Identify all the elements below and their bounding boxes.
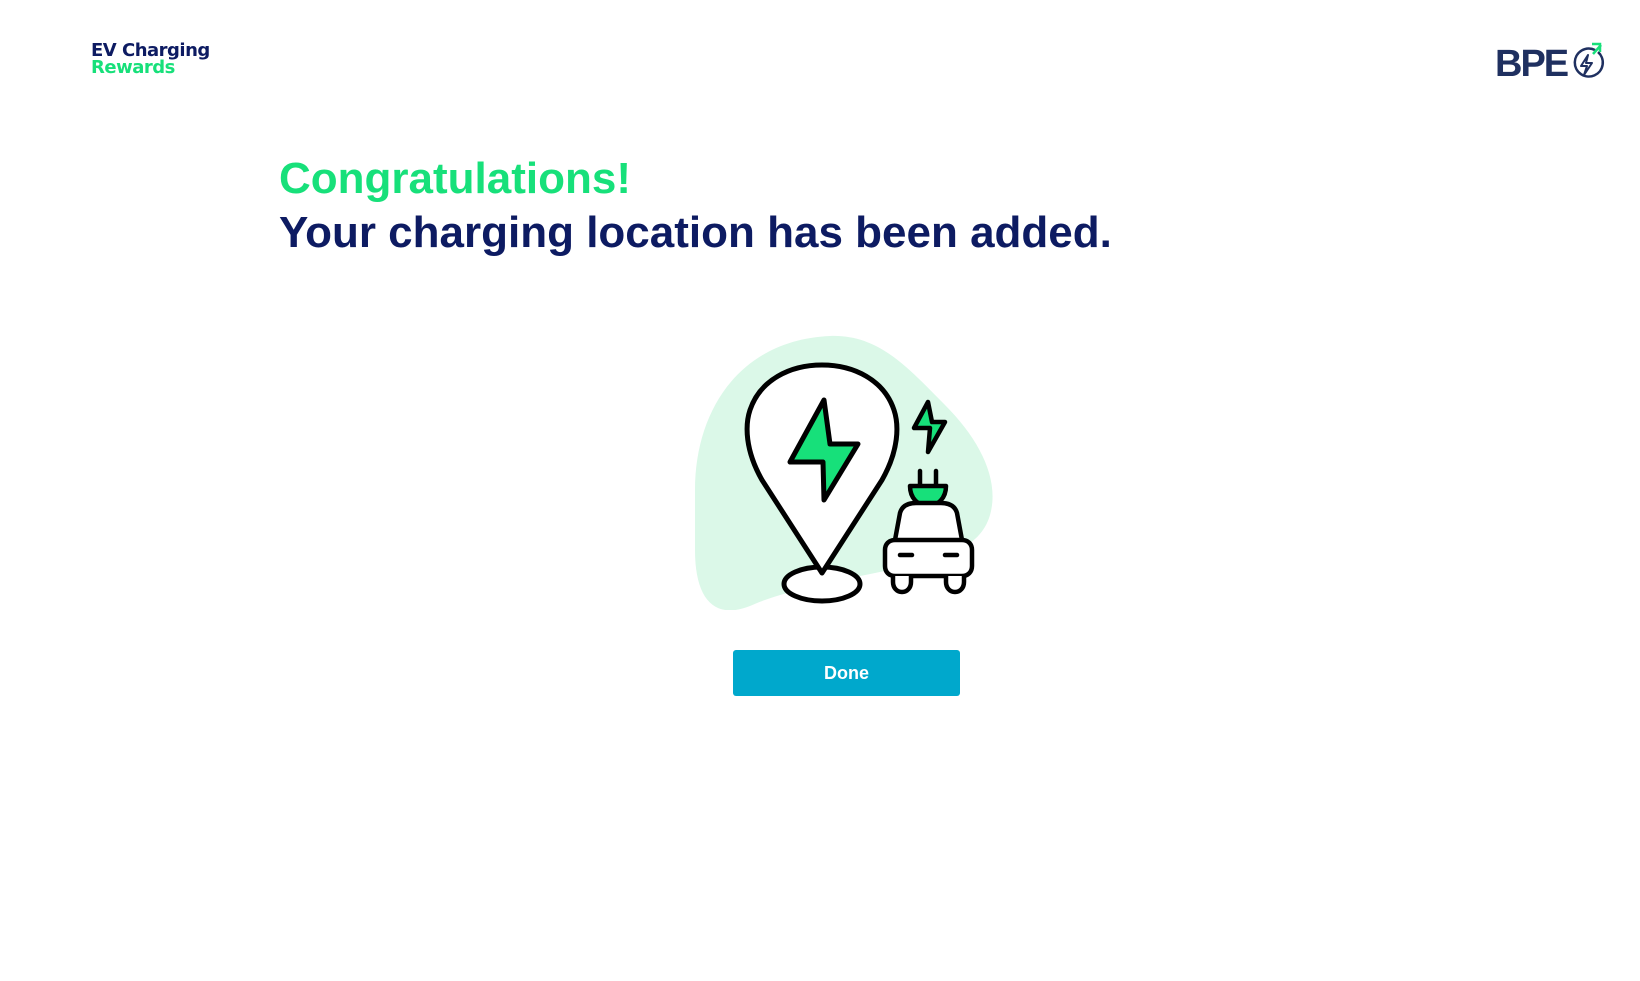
done-button[interactable]: Done [733,650,960,696]
partner-logo-text: BPE [1495,43,1568,82]
car-icon [882,500,975,595]
page: EV Charging Rewards BPE Congratulations!… [0,0,1640,981]
lightning-circle-icon [1573,42,1605,78]
brand-logo[interactable]: EV Charging Rewards [91,42,210,78]
congrats-title: Congratulations! [279,154,631,203]
partner-logo: BPE [1495,40,1605,85]
confirmation-message: Your charging location has been added. [279,208,1112,257]
brand-subtitle: Rewards [91,57,175,78]
confirmation-heading: Congratulations! Your charging location … [279,152,1112,260]
charging-location-illustration [690,330,1010,611]
